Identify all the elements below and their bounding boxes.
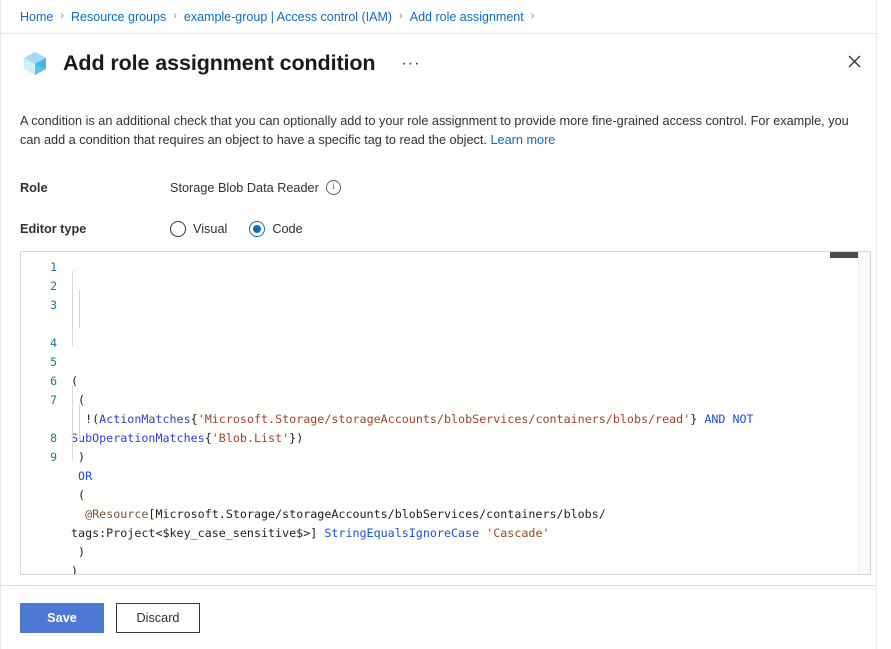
radio-label: Code (272, 222, 302, 236)
line-number-wrap (21, 315, 67, 334)
indent-guide (72, 385, 73, 461)
add-role-assignment-condition-blade: Home › Resource groups › example-group | Acc… (0, 0, 891, 649)
blade-left-border (0, 0, 1, 649)
code-line[interactable]: ( (71, 372, 870, 391)
radio-label: Visual (193, 222, 227, 236)
code-line[interactable]: tags:Project<$key_case_sensitive$>] Stri… (71, 524, 870, 543)
code-token (71, 469, 78, 483)
role-value-group: Storage Blob Data Reader i (170, 180, 341, 195)
line-number: 4 (21, 334, 67, 353)
code-token: AND NOT (704, 412, 753, 426)
editor-minimap[interactable] (858, 252, 869, 574)
blade-header: Add role assignment condition ··· (0, 34, 891, 88)
breadcrumb-item-3[interactable]: Add role assignment (410, 10, 524, 24)
role-label: Role (20, 181, 170, 195)
line-number: 2 (21, 277, 67, 296)
code-token: [Microsoft.Storage/storageAccounts/blobS… (148, 507, 605, 521)
code-token: 'Microsoft.Storage/storageAccounts/blobS… (198, 412, 691, 426)
code-token: 'Blob.List' (212, 431, 289, 445)
breadcrumb-item-0[interactable]: Home (20, 10, 53, 24)
breadcrumb: Home › Resource groups › example-group | Acc… (0, 0, 891, 34)
breadcrumb-item-1[interactable]: Resource groups (71, 10, 166, 24)
line-number: 6 (21, 372, 67, 391)
discard-button[interactable]: Discard (116, 603, 200, 633)
editor-horizontal-scrollbar[interactable] (830, 252, 858, 258)
breadcrumb-separator: › (60, 11, 64, 22)
indent-guide (79, 404, 80, 442)
radio-indicator[interactable] (170, 221, 186, 237)
line-number: 5 (21, 353, 67, 372)
code-token: ActionMatches (99, 412, 190, 426)
code-token: } (690, 412, 704, 426)
radio-indicator[interactable] (249, 221, 265, 237)
code-token: tags:Project<$key_case_sensitive$>] (71, 526, 324, 540)
code-token: ) (71, 545, 85, 559)
line-number: 7 (21, 391, 67, 410)
indent-guide (72, 271, 73, 347)
code-line[interactable]: !(ActionMatches{'Microsoft.Storage/stora… (71, 410, 870, 429)
breadcrumb-separator: › (399, 11, 403, 22)
editor-code-area[interactable]: ( ( !(ActionMatches{'Microsoft.Storage/s… (67, 252, 870, 574)
line-number: 9 (21, 448, 67, 467)
blade-description: A condition is an additional check that … (20, 112, 871, 150)
line-number: 8 (21, 429, 67, 448)
code-token: 'Cascade' (486, 526, 549, 540)
line-number: 3 (21, 296, 67, 315)
code-line[interactable]: @Resource[Microsoft.Storage/storageAccou… (71, 505, 870, 524)
role-row: Role Storage Blob Data Reader i (20, 180, 871, 195)
page-title: Add role assignment condition (63, 51, 375, 76)
more-options-button[interactable]: ··· (395, 56, 426, 72)
code-token (71, 507, 85, 521)
code-token: SubOperationMatches (71, 431, 205, 445)
code-token: OR (78, 469, 92, 483)
code-token: !( (71, 412, 99, 426)
code-line[interactable]: ( (71, 391, 870, 410)
azure-resource-cube-icon (20, 48, 50, 78)
learn-more-link[interactable]: Learn more (490, 133, 555, 147)
code-token: ( (71, 488, 85, 502)
code-line[interactable]: ) (71, 543, 870, 562)
code-token: StringEqualsIgnoreCase (324, 526, 479, 540)
code-line[interactable]: SubOperationMatches{'Blob.List'}) (71, 429, 870, 448)
code-token: { (205, 431, 212, 445)
code-token: }) (289, 431, 303, 445)
line-number: 1 (21, 258, 67, 277)
code-line[interactable]: ( (71, 486, 870, 505)
breadcrumb-separator: › (531, 11, 535, 22)
code-token: { (191, 412, 198, 426)
close-icon[interactable] (839, 46, 869, 76)
breadcrumb-item-2[interactable]: example-group | Access control (IAM) (184, 10, 392, 24)
code-token: @Resource (85, 507, 148, 521)
line-number-wrap (21, 410, 67, 429)
code-line[interactable]: ) (71, 562, 870, 574)
code-token: ) (71, 450, 85, 464)
code-token: ) (71, 564, 78, 574)
save-button[interactable]: Save (20, 603, 104, 633)
code-line[interactable]: ) (71, 448, 870, 467)
editor-type-radio-group: Visual Code (170, 221, 325, 237)
editor-type-row: Editor type Visual Code (20, 221, 871, 237)
condition-code-editor[interactable]: 123 4567 89 ( ( !(ActionMatches{'Microso… (20, 251, 871, 575)
blade-footer: Save Discard (0, 585, 891, 649)
page-scrollbar[interactable] (876, 0, 891, 649)
editor-type-radio-visual[interactable]: Visual (170, 221, 227, 237)
code-line[interactable]: OR (71, 467, 870, 486)
description-text: A condition is an additional check that … (20, 114, 849, 147)
role-value: Storage Blob Data Reader (170, 181, 319, 195)
editor-vertical-scrollbar[interactable] (869, 252, 870, 574)
editor-type-label: Editor type (20, 222, 170, 236)
breadcrumb-separator: › (173, 11, 177, 22)
editor-type-radio-code[interactable]: Code (249, 221, 302, 237)
info-icon[interactable]: i (326, 180, 341, 195)
editor-line-number-gutter: 123 4567 89 (21, 252, 67, 574)
indent-guide (79, 290, 80, 328)
